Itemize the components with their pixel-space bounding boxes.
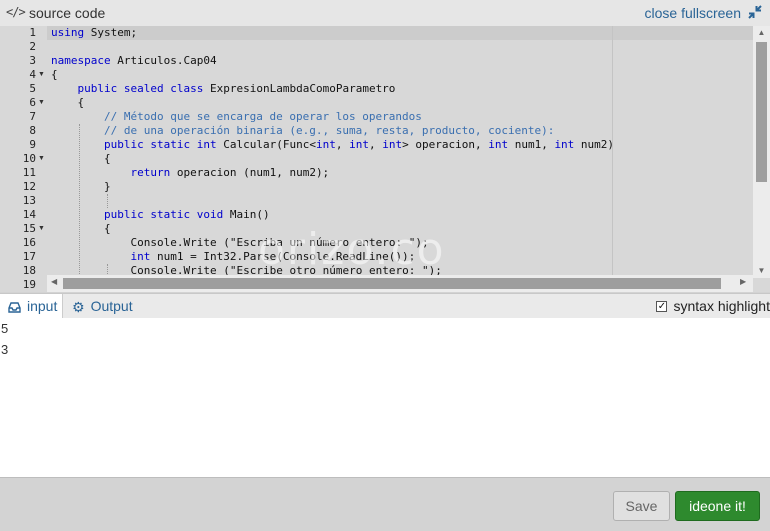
line-number: 16 [22,236,36,249]
fold-arrow-icon[interactable]: ▼ [38,68,46,82]
io-tabs: input ⚙ Output ✓ syntax highlight [0,293,770,319]
code-line: public static void Main() [103,208,270,221]
syntax-highlight-label: syntax highlight [673,298,770,314]
line-number: 5 [29,82,36,95]
scroll-left-arrow-icon[interactable]: ◀ [51,277,57,286]
scroll-down-arrow-icon[interactable]: ▼ [757,266,766,275]
code-line: { [51,222,111,235]
stdin-input[interactable]: 5 3 [0,318,770,478]
line-number: 18 [22,264,36,277]
indent-guide [79,124,80,292]
active-line-highlight [47,26,753,40]
close-fullscreen-link[interactable]: close fullscreen [645,5,742,21]
code-editor[interactable]: 1 2 3 4 ▼ 5 6 ▼ 7 8 9 10 ▼ 11 12 13 14 15 ▼ 16 17 18 19 using … [0,26,770,292]
line-number: 13 [22,194,36,207]
scroll-up-arrow-icon[interactable]: ▲ [757,28,766,37]
code-line: return operacion (num1, num2); [130,166,330,179]
syntax-highlight-checkbox[interactable]: ✓ [656,300,668,312]
code-line: // Método que se encarga de operar los o… [103,110,422,123]
line-number: 7 [29,110,36,123]
source-code-title: source code [29,5,106,21]
line-number: 12 [22,180,36,193]
horizontal-scrollbar[interactable]: ◀ ▶ [47,275,753,292]
code-line: namespace Articulos.Cap04 [51,54,217,67]
tab-input-label: input [27,298,58,314]
line-number: 15 [22,222,36,235]
line-number: 4 [29,68,36,81]
vertical-scrollbar[interactable]: ▲ ▼ [753,26,770,278]
code-line: public static int Calcular(Func<int, int… [103,138,615,151]
line-number: 2 [29,40,36,53]
input-line: 5 [1,321,9,336]
tab-output-label: Output [90,298,133,314]
fold-arrow-icon[interactable]: ▼ [38,222,46,236]
compress-icon[interactable] [748,5,762,19]
vertical-scroll-thumb[interactable] [756,42,767,182]
code-line: Console.Write ("Escriba un número entero… [130,236,429,249]
tab-input[interactable]: input [0,294,63,319]
line-number: 10 [22,152,36,165]
fold-arrow-icon[interactable]: ▼ [38,96,46,110]
syntax-highlight-toggle[interactable]: ✓ syntax highlight [656,294,770,319]
source-code-header: </> source code close fullscreen [0,0,770,26]
horizontal-scroll-thumb[interactable] [63,278,721,289]
gears-icon: ⚙ [72,298,85,315]
line-number: 11 [22,166,36,179]
line-number: 6 [29,96,36,109]
line-number: 17 [22,250,36,263]
code-line: // de una operación binaria (e.g., suma,… [103,124,555,137]
code-line: int num1 = Int32.Parse(Console.ReadLine(… [130,250,416,263]
line-number: 3 [29,54,36,67]
line-number: 19 [22,278,36,291]
line-number: 8 [29,124,36,137]
tab-output[interactable]: ⚙ Output [72,294,133,319]
code-line: { [51,68,58,81]
code-line: { [51,96,85,109]
scroll-right-arrow-icon[interactable]: ▶ [740,277,746,286]
code-line: } [51,180,111,193]
input-line: 3 [1,342,9,357]
code-icon: </> [6,5,26,19]
line-number: 14 [22,208,36,221]
ideone-it-button[interactable]: ideone it! [675,491,760,521]
indent-guide [107,194,108,208]
line-number-gutter: 1 2 3 4 ▼ 5 6 ▼ 7 8 9 10 ▼ 11 12 13 14 15 ▼ 16 17 18 19 [0,26,47,292]
ideone-editor-window: </> source code close fullscreen 1 2 3 4 ▼ 5 6… [0,0,770,531]
line-number: 9 [29,138,36,151]
code-line: { [51,152,111,165]
action-bar: Save ideone it! [0,479,770,531]
fold-arrow-icon[interactable]: ▼ [38,152,46,166]
code-line: public sealed class ExpresionLambdaComoP… [77,82,396,95]
print-margin [612,26,613,292]
line-number: 1 [29,26,36,39]
inbox-icon [8,302,21,313]
code-line: using System; [51,26,138,39]
save-button[interactable]: Save [613,491,670,521]
